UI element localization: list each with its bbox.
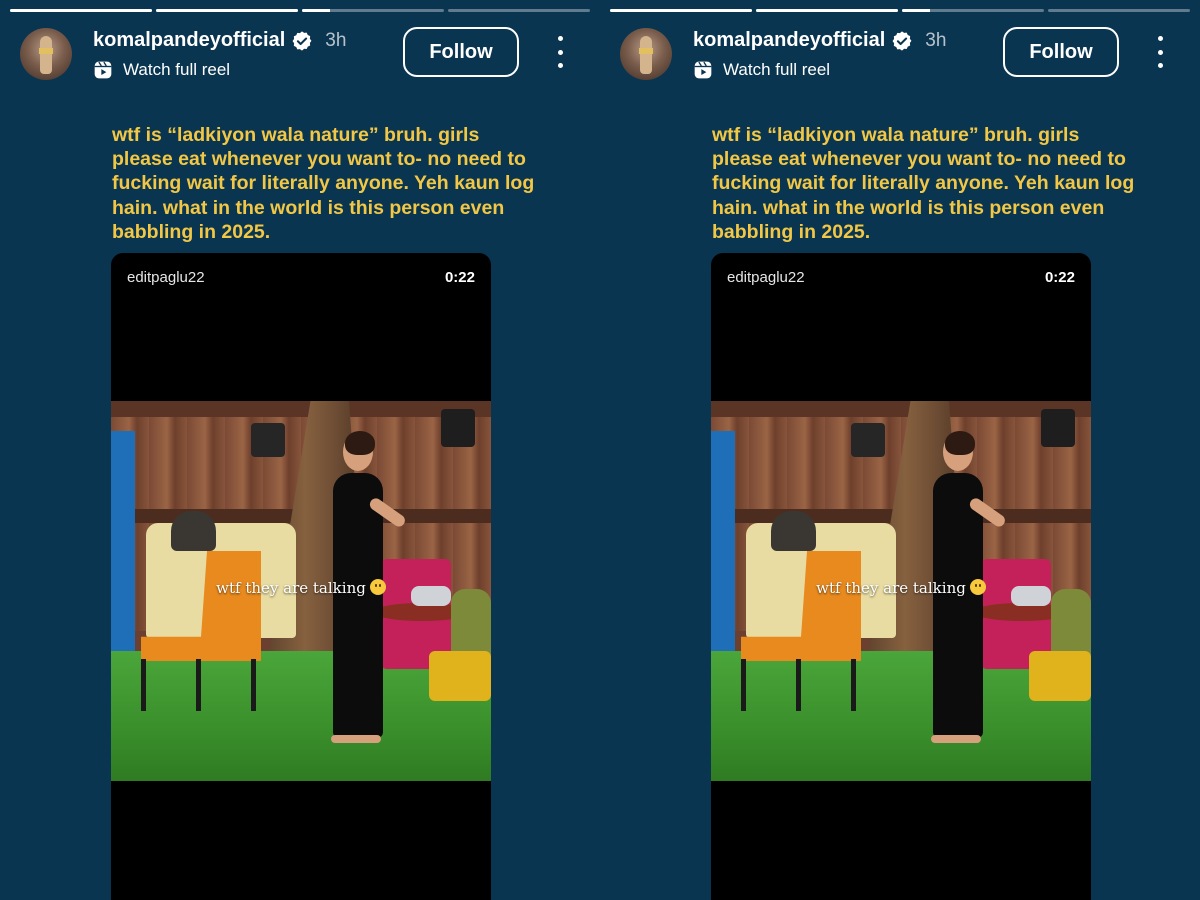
profile-avatar[interactable] <box>620 28 672 80</box>
story-caption: wtf is “ladkiyon wala nature” bruh. girl… <box>112 124 535 243</box>
video-overlay-text: wtf they are talking <box>111 579 491 597</box>
watch-full-reel-label: Watch full reel <box>723 60 831 79</box>
progress-segment-4 <box>1048 9 1190 12</box>
reel-video-frame: wtf they are talking <box>711 401 1091 781</box>
shared-reel-card[interactable]: editpaglu22 0:22 wtf they are talking <box>111 253 491 900</box>
story-time-ago: 3h <box>925 29 947 51</box>
verified-badge-icon <box>292 30 312 51</box>
reel-source-username: editpaglu22 <box>727 269 805 286</box>
progress-segment-1 <box>610 9 752 12</box>
reel-duration: 0:22 <box>1044 269 1075 286</box>
story-progress-bar <box>10 9 590 12</box>
progress-segment-2 <box>156 9 298 12</box>
story-viewer-left: komalpandeyofficial 3h Watch full reel F… <box>0 0 600 900</box>
progress-segment-3 <box>902 9 1044 12</box>
watch-full-reel-link[interactable]: Watch full reel <box>93 60 230 80</box>
reel-icon <box>694 61 712 79</box>
reel-video-frame: wtf they are talking <box>111 401 491 781</box>
slightly-smiling-face-emoji <box>969 579 986 595</box>
story-header-user: komalpandeyofficial 3h <box>693 29 946 52</box>
username[interactable]: komalpandeyofficial <box>693 29 885 52</box>
reel-source-username: editpaglu22 <box>127 269 205 286</box>
follow-button[interactable]: Follow <box>403 27 519 77</box>
story-caption: wtf is “ladkiyon wala nature” bruh. girl… <box>712 124 1135 243</box>
side-by-side-screenshots: komalpandeyofficial 3h Watch full reel F… <box>0 0 1200 900</box>
video-overlay-text: wtf they are talking <box>711 579 1091 597</box>
watch-full-reel-link[interactable]: Watch full reel <box>693 60 830 80</box>
follow-button[interactable]: Follow <box>1003 27 1119 77</box>
reel-icon <box>94 61 112 79</box>
story-viewer-right: komalpandeyofficial 3h Watch full reel F… <box>600 0 1200 900</box>
verified-badge-icon <box>892 30 912 51</box>
shared-reel-card[interactable]: editpaglu22 0:22 wtf they are talking <box>711 253 1091 900</box>
story-time-ago: 3h <box>325 29 347 51</box>
more-vertical-icon[interactable] <box>548 36 572 68</box>
progress-segment-2 <box>756 9 898 12</box>
progress-segment-1 <box>10 9 152 12</box>
watch-full-reel-label: Watch full reel <box>123 60 231 79</box>
slightly-smiling-face-emoji <box>369 579 386 595</box>
more-vertical-icon[interactable] <box>1148 36 1172 68</box>
profile-avatar[interactable] <box>20 28 72 80</box>
story-header-user: komalpandeyofficial 3h <box>93 29 346 52</box>
username[interactable]: komalpandeyofficial <box>93 29 285 52</box>
reel-duration: 0:22 <box>444 269 475 286</box>
progress-segment-3 <box>302 9 444 12</box>
story-progress-bar <box>610 9 1190 12</box>
progress-segment-4 <box>448 9 590 12</box>
